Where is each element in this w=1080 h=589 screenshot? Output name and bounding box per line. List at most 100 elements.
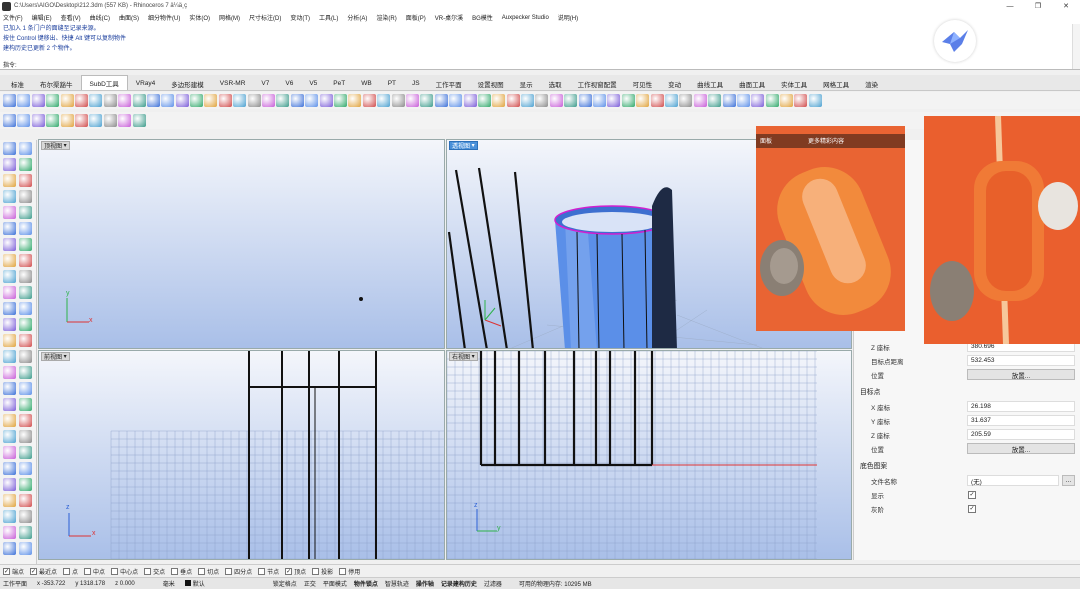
left-tool-icon[interactable]	[3, 174, 16, 187]
tool-button-icon[interactable]	[290, 94, 304, 107]
show-checkbox[interactable]: ✓	[968, 490, 976, 499]
tool-button-icon[interactable]	[506, 94, 520, 107]
tool-button-icon[interactable]	[175, 94, 189, 107]
osnap-toggle[interactable]: ✓ 最近点	[30, 567, 57, 576]
tool-button-icon[interactable]	[17, 114, 31, 127]
menu-item[interactable]: 工具(L)	[319, 13, 338, 22]
left-tool-icon[interactable]	[19, 510, 32, 523]
command-scrollbar[interactable]	[1072, 24, 1080, 69]
left-tool-icon[interactable]	[19, 414, 32, 427]
status-cplane[interactable]: 工作平面	[3, 579, 27, 588]
tool-button-icon[interactable]	[751, 94, 765, 107]
viewport-front[interactable]: 前视图 ▾ z x	[38, 350, 445, 560]
left-tool-icon[interactable]	[19, 526, 32, 539]
toolbar-tab[interactable]: 布尔渠豁牛	[32, 77, 81, 90]
tool-button-icon[interactable]	[204, 94, 218, 107]
tool-button-icon[interactable]	[621, 94, 635, 107]
left-tool-icon[interactable]	[19, 382, 32, 395]
status-toggle[interactable]: 过滤器	[484, 582, 502, 588]
viewport-title-right[interactable]: 右视图 ▾	[449, 352, 478, 361]
tool-button-icon[interactable]	[31, 94, 45, 107]
tool-button-icon[interactable]	[233, 94, 247, 107]
tool-button-icon[interactable]	[578, 94, 592, 107]
osnap-checkbox[interactable]: ✓	[285, 567, 293, 575]
tool-button-icon[interactable]	[103, 114, 117, 127]
tool-button-icon[interactable]	[722, 94, 736, 107]
status-toggle[interactable]: 记录建构历史	[441, 582, 477, 588]
left-tool-icon[interactable]	[19, 158, 32, 171]
toolbar-tab[interactable]: 标准	[3, 77, 32, 90]
toolbar-tab[interactable]: VRay4	[128, 77, 164, 90]
toolbar-tab[interactable]: V5	[301, 77, 325, 90]
left-tool-icon[interactable]	[3, 334, 16, 347]
toolbar-tab[interactable]: 选取	[541, 77, 570, 90]
tool-button-icon[interactable]	[3, 94, 16, 107]
osnap-checkbox[interactable]	[63, 567, 71, 575]
left-tool-icon[interactable]	[3, 286, 16, 299]
left-tool-icon[interactable]	[3, 142, 16, 155]
toolbar-tab[interactable]: V7	[253, 77, 277, 90]
minimize-icon[interactable]: —	[996, 0, 1024, 12]
tool-button-icon[interactable]	[319, 94, 333, 107]
toolbar-tab[interactable]: 渲染	[857, 77, 886, 90]
left-tool-icon[interactable]	[19, 446, 32, 459]
osnap-toggle[interactable]: 节点	[258, 567, 279, 576]
status-toggle[interactable]: 智慧轨迹	[385, 582, 409, 588]
left-tool-icon[interactable]	[3, 414, 16, 427]
left-tool-icon[interactable]	[3, 462, 16, 475]
tool-button-icon[interactable]	[535, 94, 549, 107]
tool-button-icon[interactable]	[362, 94, 376, 107]
close-icon[interactable]: ✕	[1052, 0, 1080, 12]
tool-button-icon[interactable]	[60, 114, 74, 127]
osnap-checkbox[interactable]	[171, 567, 179, 575]
osnap-toggle[interactable]: 垂点	[171, 567, 192, 576]
menu-item[interactable]: 分析(A)	[347, 13, 367, 22]
tool-button-icon[interactable]	[463, 94, 477, 107]
tool-button-icon[interactable]	[420, 94, 434, 107]
target-z-field[interactable]: 205.59	[967, 429, 1075, 440]
osnap-checkbox[interactable]: ✓	[3, 567, 10, 575]
menu-item[interactable]: 说明(H)	[558, 13, 578, 22]
left-tool-icon[interactable]	[19, 206, 32, 219]
tool-button-icon[interactable]	[405, 94, 419, 107]
tool-button-icon[interactable]	[808, 94, 822, 107]
toolbar-tab[interactable]: PeT	[325, 77, 353, 90]
tool-button-icon[interactable]	[736, 94, 750, 107]
toolbar-tab[interactable]: VSR-MR	[212, 77, 254, 90]
tool-button-icon[interactable]	[89, 114, 103, 127]
target-x-field[interactable]: 26.198	[967, 401, 1075, 412]
tool-button-icon[interactable]	[708, 94, 722, 107]
tool-button-icon[interactable]	[89, 94, 103, 107]
tool-button-icon[interactable]	[74, 114, 88, 127]
tool-button-icon[interactable]	[693, 94, 707, 107]
menu-item[interactable]: Auxpecker Studio	[502, 15, 549, 21]
toolbar-tab[interactable]: 实体工具	[773, 77, 815, 90]
menu-item[interactable]: 编辑(E)	[32, 13, 52, 22]
left-tool-icon[interactable]	[3, 350, 16, 363]
tool-button-icon[interactable]	[161, 94, 175, 107]
toolbar-tab[interactable]: 多边形建模	[163, 77, 212, 90]
viewport-right[interactable]: 右视图 ▾ z y	[446, 350, 852, 560]
osnap-checkbox[interactable]: ✓	[30, 567, 38, 575]
osnap-toggle[interactable]: 切点	[198, 567, 219, 576]
tool-button-icon[interactable]	[132, 94, 146, 107]
osnap-checkbox[interactable]	[225, 567, 233, 575]
tool-button-icon[interactable]	[3, 114, 16, 127]
tool-button-icon[interactable]	[593, 94, 607, 107]
left-tool-icon[interactable]	[19, 302, 32, 315]
osnap-checkbox[interactable]	[144, 567, 152, 575]
menu-item[interactable]: 实体(O)	[189, 13, 210, 22]
tool-button-icon[interactable]	[636, 94, 650, 107]
left-tool-icon[interactable]	[19, 174, 32, 187]
toolbar-tab[interactable]: V6	[277, 77, 301, 90]
left-tool-icon[interactable]	[19, 318, 32, 331]
left-tool-icon[interactable]	[3, 222, 16, 235]
tool-button-icon[interactable]	[549, 94, 563, 107]
toolbar-tab[interactable]: JS	[404, 77, 428, 90]
tool-button-icon[interactable]	[190, 94, 204, 107]
osnap-checkbox[interactable]	[84, 567, 92, 575]
osnap-toggle[interactable]: 四分点	[225, 567, 252, 576]
osnap-toggle[interactable]: 中点	[84, 567, 105, 576]
tool-button-icon[interactable]	[146, 94, 160, 107]
tool-button-icon[interactable]	[780, 94, 794, 107]
